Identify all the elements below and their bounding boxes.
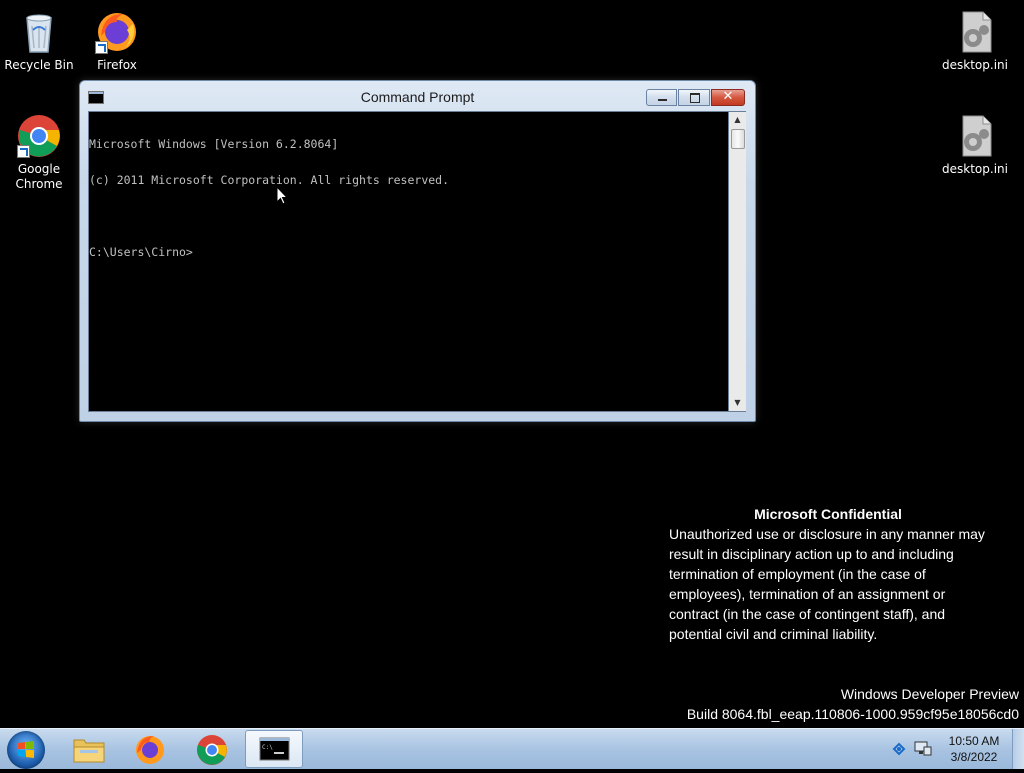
clock-time: 10:50 AM <box>948 734 1000 748</box>
build-title: Windows Developer Preview <box>840 686 1019 702</box>
firefox-icon <box>136 736 164 764</box>
desktop-icon-google-chrome[interactable]: Google Chrome <box>0 112 79 192</box>
close-icon: ✕ <box>722 89 734 104</box>
confidential-heading: Microsoft Confidential <box>754 506 902 522</box>
command-prompt-window[interactable]: Command Prompt ✕ Microsoft Windows [Vers… <box>79 80 756 422</box>
taskbar-command-prompt[interactable]: C:\ <box>245 730 303 768</box>
chrome-icon <box>15 112 63 160</box>
tray-network-icon[interactable] <box>890 741 908 757</box>
confidential-line: potential civil and criminal liability. <box>669 626 878 642</box>
folder-icon <box>73 739 105 763</box>
tray-monitor-icon[interactable] <box>913 740 933 758</box>
console-line: Microsoft Windows [Version 6.2.8064] <box>89 137 339 151</box>
build-number: Build 8064.fbl_eeap.110806-1000.959cf95e… <box>686 706 1019 722</box>
taskbar: C:\ 10:50 AM 3/8/2022 <box>0 728 1024 769</box>
clock-date: 3/8/2022 <box>950 750 998 764</box>
recycle-bin-icon <box>15 8 63 56</box>
confidential-line: contract (in the case of contingent staf… <box>669 606 946 622</box>
taskbar-clock[interactable]: 10:50 AM 3/8/2022 <box>934 733 1014 765</box>
window-titlebar[interactable]: Command Prompt ✕ <box>80 81 755 109</box>
confidential-line: result in disciplinary action up to and … <box>669 546 954 562</box>
close-button[interactable]: ✕ <box>711 89 745 106</box>
scroll-up-arrow-icon[interactable]: ▲ <box>729 112 746 128</box>
confidential-notice: Microsoft Confidential Unauthorized use … <box>669 504 1019 644</box>
console-output[interactable]: Microsoft Windows [Version 6.2.8064] (c)… <box>88 111 729 412</box>
desktop-icon-label: Firefox <box>97 58 137 72</box>
firefox-icon <box>93 8 141 56</box>
start-button[interactable] <box>7 731 45 769</box>
taskbar-file-explorer[interactable] <box>60 730 118 768</box>
settings-file-icon <box>951 8 999 56</box>
desktop-icon-firefox[interactable]: Firefox <box>77 8 157 73</box>
scroll-down-arrow-icon[interactable]: ▼ <box>729 395 746 411</box>
taskbar-chrome[interactable] <box>183 730 241 768</box>
minimize-button[interactable] <box>646 89 677 106</box>
scroll-thumb[interactable] <box>731 129 745 149</box>
shortcut-arrow-icon <box>95 41 108 54</box>
desktop-icon-label: desktop.ini <box>942 58 1008 72</box>
windows-logo-icon <box>18 741 34 758</box>
desktop-icon-desktop-ini-1[interactable]: desktop.ini <box>935 8 1015 73</box>
desktop-icon-label: desktop.ini <box>942 162 1008 176</box>
mouse-pointer-icon <box>276 185 289 205</box>
desktop-icon-recycle-bin[interactable]: Recycle Bin <box>0 8 79 73</box>
console-line: (c) 2011 Microsoft Corporation. All righ… <box>89 173 450 187</box>
vertical-scrollbar[interactable]: ▲ ▼ <box>729 111 746 412</box>
svg-text:C:\: C:\ <box>262 744 273 751</box>
build-watermark: Windows Developer Preview Build 8064.fbl… <box>687 684 1019 724</box>
desktop-icon-label: Recycle Bin <box>4 58 74 72</box>
taskbar-firefox[interactable] <box>121 730 179 768</box>
console-prompt: C:\Users\Cirno> <box>89 245 193 259</box>
confidential-line: employees), termination of an assignment… <box>669 586 946 602</box>
desktop-icon-desktop-ini-2[interactable]: desktop.ini <box>935 112 1015 177</box>
cmd-icon: C:\ <box>259 737 290 761</box>
shortcut-arrow-icon <box>17 145 30 158</box>
settings-file-icon <box>951 112 999 160</box>
confidential-line: termination of employment (in the case o… <box>669 566 926 582</box>
show-desktop-button[interactable] <box>1012 729 1024 769</box>
chrome-icon <box>197 735 227 765</box>
maximize-button[interactable] <box>678 89 710 106</box>
desktop-icon-label: Google Chrome <box>15 162 63 191</box>
confidential-line: Unauthorized use or disclosure in any ma… <box>669 526 985 542</box>
